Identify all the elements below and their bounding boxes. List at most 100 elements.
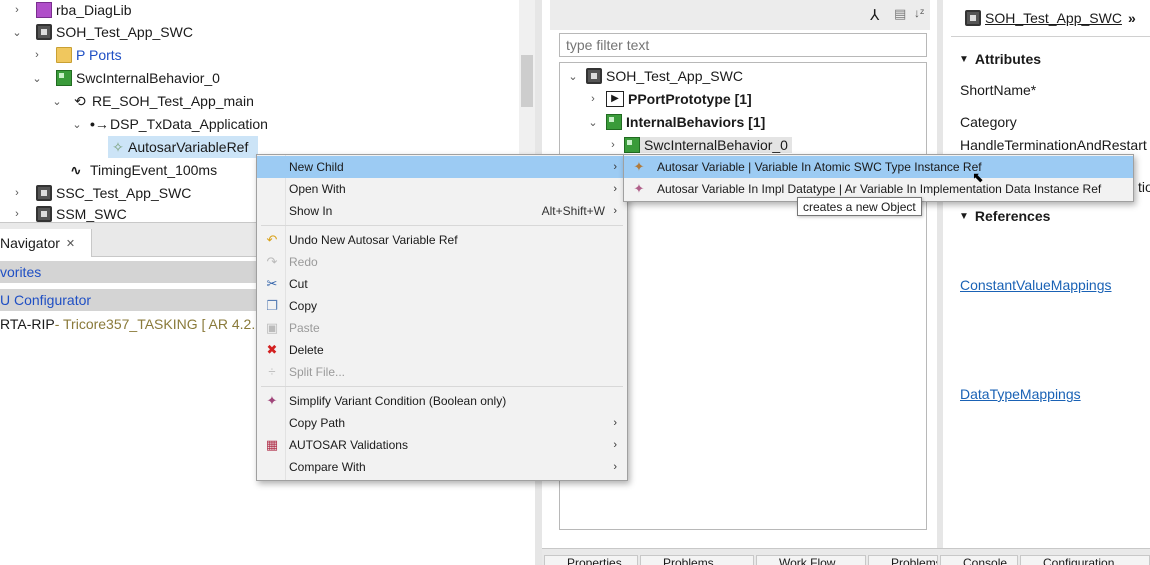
- menu-item-label: AUTOSAR Validations: [289, 438, 408, 452]
- chevron-down-icon[interactable]: ⌄: [586, 116, 600, 129]
- tree-item-soh-test-app-swc[interactable]: ⌄ SOH_Test_App_SWC: [10, 21, 193, 43]
- tree-item-timing-event[interactable]: ∿ TimingEvent_100ms: [70, 159, 217, 181]
- tree-item-label: SSC_Test_App_SWC: [56, 185, 192, 201]
- menu-item-redo[interactable]: ↷ Redo: [257, 251, 627, 273]
- bottom-tab-bar: Properties Problems Work Flow Problems C…: [542, 548, 1150, 565]
- attributes-header[interactable]: ▼ Attributes: [959, 48, 1041, 70]
- tree-item-ssm-swc[interactable]: › SSM_SWC: [10, 205, 127, 222]
- collapse-icon[interactable]: ⅄: [870, 6, 879, 24]
- project-name: RTA-RIP: [0, 316, 55, 332]
- delete-icon: ✖: [266, 342, 278, 357]
- collapse-triangle-icon[interactable]: ▼: [959, 211, 969, 222]
- favorites-label: vorites: [0, 264, 42, 280]
- middle-tree-root[interactable]: ⌄ SOH_Test_App_SWC: [566, 65, 743, 87]
- menu-item-show-in[interactable]: Show In Alt+Shift+W ›: [257, 200, 627, 222]
- tooltip: creates a new Object: [797, 197, 922, 216]
- chevron-double-right-icon[interactable]: »: [1128, 10, 1136, 26]
- references-header[interactable]: ▼ References: [959, 205, 1050, 227]
- menu-item-simplify-variant[interactable]: ✦ Simplify Variant Condition (Boolean on…: [257, 390, 627, 412]
- tree-item-label: RE_SOH_Test_App_main: [92, 93, 254, 109]
- context-menu: New Child › Open With › Show In Alt+Shif…: [256, 154, 628, 481]
- shortcut-label: Alt+Shift+W: [541, 204, 605, 218]
- tab-properties[interactable]: Properties: [544, 555, 638, 565]
- menu-item-label: Redo: [289, 255, 318, 269]
- document-icon[interactable]: ▤: [894, 6, 906, 22]
- middle-tree-pport[interactable]: › ▶ PPortPrototype [1]: [586, 88, 752, 110]
- collapse-triangle-icon[interactable]: ▼: [959, 54, 969, 65]
- constant-value-mappings-link[interactable]: ConstantValueMappings: [960, 274, 1112, 296]
- tab-label: Problems: [663, 556, 714, 565]
- middle-tree-internal[interactable]: ⌄ InternalBehaviors [1]: [586, 111, 765, 133]
- tab-navigator[interactable]: Navigator ✕: [0, 229, 92, 257]
- filter-input[interactable]: [559, 33, 927, 57]
- cut-label: tion: [1138, 176, 1150, 198]
- project-item[interactable]: RTA-RIP - Tricore357_TASKING [ AR 4.2.2: [0, 313, 260, 335]
- tree-item-autosar-variable-ref[interactable]: ✧ AutosarVariableRef: [108, 136, 258, 158]
- submenu-item-autosar-variable[interactable]: ✦ Autosar Variable | Variable In Atomic …: [624, 156, 1133, 178]
- tab-label: Properties: [567, 556, 622, 565]
- tab-configuration[interactable]: Configuration: [1020, 555, 1150, 565]
- tab-console[interactable]: Console: [940, 555, 1018, 565]
- chevron-down-icon[interactable]: ⌄: [50, 95, 64, 108]
- tree-item-label: SwcInternalBehavior_0: [644, 137, 788, 153]
- chevron-right-icon[interactable]: ›: [10, 187, 24, 199]
- menu-item-copy-path[interactable]: Copy Path ›: [257, 412, 627, 434]
- link-text[interactable]: DataTypeMappings: [960, 386, 1081, 402]
- menu-item-label: Simplify Variant Condition (Boolean only…: [289, 394, 507, 408]
- tab-problems[interactable]: Problems: [640, 555, 754, 565]
- submenu-arrow-icon: ›: [613, 183, 617, 195]
- chevron-down-icon[interactable]: ⌄: [70, 118, 84, 131]
- favorites-section[interactable]: vorites: [0, 261, 260, 283]
- chevron-down-icon[interactable]: ⌄: [566, 70, 580, 83]
- chevron-right-icon[interactable]: ›: [10, 4, 24, 16]
- menu-item-compare-with[interactable]: Compare With ›: [257, 456, 627, 478]
- menu-item-undo[interactable]: ↶ Undo New Autosar Variable Ref: [257, 229, 627, 251]
- tree-item-label: PPortPrototype [1]: [628, 91, 752, 107]
- menu-item-label: Autosar Variable In Impl Datatype | Ar V…: [657, 182, 1102, 196]
- chevron-right-icon[interactable]: ›: [586, 93, 600, 105]
- configurator-section[interactable]: U Configurator: [0, 289, 260, 311]
- sort-az-icon[interactable]: ↓ᶻ: [914, 6, 924, 20]
- close-icon[interactable]: ✕: [66, 237, 75, 250]
- copy-icon: ❐: [266, 298, 278, 313]
- menu-item-autosar-validations[interactable]: ▦ AUTOSAR Validations ›: [257, 434, 627, 456]
- menu-separator: [261, 386, 623, 387]
- menu-item-split-file[interactable]: ÷ Split File...: [257, 361, 627, 383]
- tree-item-runnable[interactable]: ⌄ ⟲ RE_SOH_Test_App_main: [50, 90, 254, 112]
- breadcrumb[interactable]: SOH_Test_App_SWC »: [949, 3, 1150, 33]
- behavior-icon: [624, 137, 640, 153]
- variable-icon: ✦: [633, 159, 645, 174]
- datatype-mappings-link[interactable]: DataTypeMappings: [960, 383, 1081, 405]
- menu-item-paste[interactable]: ▣ Paste: [257, 317, 627, 339]
- tree-item-rba-diaglib[interactable]: › rba_DiagLib: [10, 0, 132, 21]
- variable-icon: ✦: [633, 181, 645, 196]
- chevron-down-icon[interactable]: ⌄: [30, 72, 44, 85]
- chevron-right-icon[interactable]: ›: [606, 139, 620, 151]
- undo-icon: ↶: [266, 232, 278, 247]
- menu-item-copy[interactable]: ❐ Copy: [257, 295, 627, 317]
- menu-item-open-with[interactable]: Open With ›: [257, 178, 627, 200]
- breadcrumb-label[interactable]: SOH_Test_App_SWC: [985, 10, 1122, 26]
- menu-item-new-child[interactable]: New Child ›: [257, 156, 627, 178]
- tab-label: Problems: [891, 556, 938, 565]
- tree-item-dsp-txdata[interactable]: ⌄ •→ DSP_TxData_Application: [70, 113, 268, 135]
- chevron-right-icon[interactable]: ›: [30, 49, 44, 61]
- folder-icon: [56, 47, 72, 63]
- tab-problems-2[interactable]: Problems: [868, 555, 938, 565]
- menu-item-delete[interactable]: ✖ Delete: [257, 339, 627, 361]
- tree-item-p-ports[interactable]: › P Ports: [30, 44, 122, 66]
- middle-tree-behavior[interactable]: › SwcInternalBehavior_0: [606, 134, 792, 156]
- chevron-right-icon[interactable]: ›: [10, 208, 24, 220]
- project-detail: - Tricore357_TASKING [ AR 4.2.2: [54, 316, 260, 332]
- tree-item-ssc-test-app-swc[interactable]: › SSC_Test_App_SWC: [10, 182, 191, 204]
- behavior-icon: [606, 114, 622, 130]
- tree-item-swc-internal-behavior[interactable]: ⌄ SwcInternalBehavior_0: [30, 67, 220, 89]
- tab-work-flow[interactable]: Work Flow: [756, 555, 866, 565]
- chevron-down-icon[interactable]: ⌄: [10, 26, 24, 39]
- link-text[interactable]: ConstantValueMappings: [960, 277, 1112, 293]
- scrollbar-thumb[interactable]: [521, 55, 533, 107]
- paste-icon: ▣: [265, 320, 279, 335]
- tree-item-label: SOH_Test_App_SWC: [56, 24, 193, 40]
- menu-item-cut[interactable]: ✂ Cut: [257, 273, 627, 295]
- tree-item-label: DSP_TxData_Application: [110, 116, 268, 132]
